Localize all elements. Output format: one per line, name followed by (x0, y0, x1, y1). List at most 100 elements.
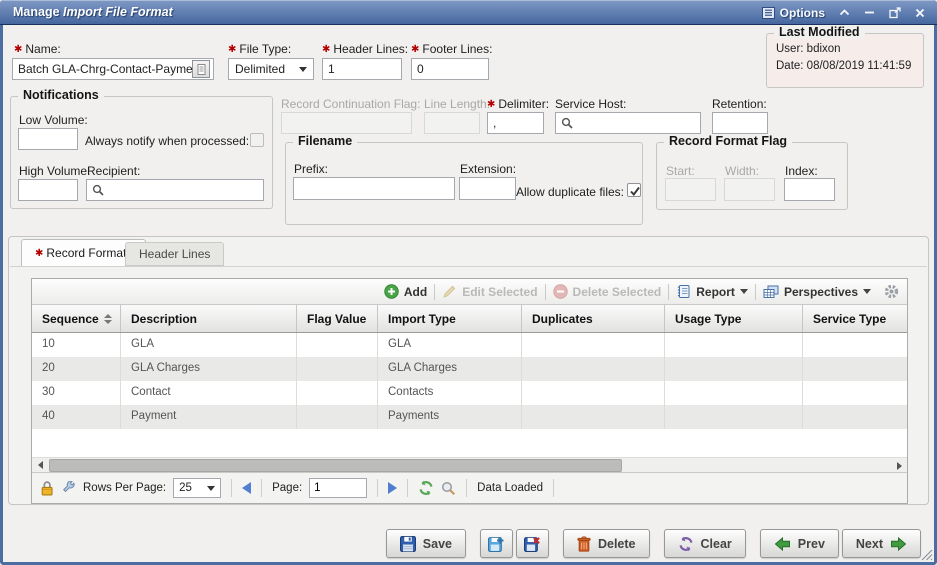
last-modified-panel: Last Modified User: bdixon Date: 08/08/2… (766, 33, 924, 88)
report-icon (676, 284, 691, 299)
last-modified-user: User: bdixon (776, 43, 841, 55)
width-label: Width: (725, 164, 759, 178)
required-icon: ✱ (35, 248, 43, 259)
save-and-add-button[interactable] (480, 529, 513, 558)
recipient-label: Recipient: (87, 164, 140, 178)
close-icon (915, 8, 925, 18)
edit-selected-button: Edit Selected (442, 284, 537, 299)
always-notify-label: Always notify when processed: (85, 134, 245, 148)
scroll-right-arrow[interactable] (891, 458, 907, 473)
index-input[interactable] (784, 178, 835, 201)
popout-button[interactable] (889, 7, 901, 19)
collapse-button[interactable] (839, 9, 850, 16)
file-type-select[interactable]: Delimited (228, 58, 314, 80)
table-row[interactable]: 10 GLA GLA (32, 333, 907, 357)
refresh-icon[interactable] (418, 480, 434, 496)
minimize-button[interactable] (864, 8, 875, 17)
cell-import-type: GLA (378, 333, 522, 357)
scrollbar-thumb[interactable] (49, 459, 622, 472)
file-type-label: ✱File Type: (228, 42, 291, 56)
remove-circle-icon (553, 284, 568, 299)
required-icon: ✱ (487, 99, 495, 110)
column-header-sequence[interactable]: Sequence (32, 305, 121, 332)
column-header-flag-value[interactable]: Flag Value (297, 305, 378, 332)
retention-input[interactable] (712, 112, 768, 134)
low-volume-label: Low Volume: (19, 113, 88, 127)
grid-header-row: Sequence Description Flag Value Import T… (32, 305, 907, 333)
low-volume-input[interactable] (18, 128, 78, 150)
column-header-service-type[interactable]: Service Type (803, 305, 907, 332)
grid-settings-button[interactable] (884, 284, 899, 299)
pager-separator (231, 479, 232, 497)
delimiter-label: ✱Delimiter: (487, 97, 549, 111)
options-icon (762, 7, 775, 19)
service-host-label: Service Host: (555, 97, 626, 111)
required-icon: ✱ (228, 44, 236, 55)
sort-icon[interactable] (104, 314, 112, 324)
cell-import-type: GLA Charges (378, 357, 522, 381)
extension-input[interactable] (459, 177, 516, 200)
cell-sequence: 30 (32, 381, 121, 405)
start-label: Start: (666, 164, 695, 178)
horizontal-scrollbar[interactable] (32, 457, 907, 472)
record-format-flag-legend: Record Format Flag (664, 134, 792, 148)
report-label: Report (696, 285, 735, 299)
pager-separator (553, 479, 554, 497)
delimiter-input[interactable] (487, 112, 544, 134)
title-bar[interactable]: Manage Import File Format Options (0, 0, 937, 25)
column-header-description[interactable]: Description (121, 305, 297, 332)
high-volume-input[interactable] (18, 179, 78, 201)
footer-lines-input[interactable] (411, 58, 489, 80)
chevron-down-icon (863, 289, 871, 294)
scroll-left-arrow[interactable] (32, 458, 48, 473)
options-button[interactable]: Options (762, 6, 825, 20)
clear-button[interactable]: Clear (664, 529, 746, 558)
tab-record-formats-label: Record Formats (46, 246, 132, 260)
delete-button[interactable]: Delete (563, 529, 650, 558)
next-button[interactable]: Next (842, 529, 921, 558)
column-header-duplicates[interactable]: Duplicates (522, 305, 665, 332)
save-and-close-button[interactable] (516, 529, 549, 558)
line-length-label: Line Length: (424, 97, 490, 111)
column-header-usage-type[interactable]: Usage Type (665, 305, 803, 332)
service-host-input[interactable] (555, 112, 701, 134)
window-border-left (0, 0, 3, 565)
next-page-button[interactable] (388, 482, 397, 494)
cell-flag-value (297, 405, 378, 429)
search-icon[interactable] (441, 481, 456, 496)
lock-icon[interactable] (40, 480, 54, 496)
next-label: Next (856, 537, 883, 551)
required-icon: ✱ (322, 44, 330, 55)
prefix-input[interactable] (293, 177, 455, 200)
save-button[interactable]: Save (386, 529, 466, 558)
options-label: Options (780, 6, 825, 20)
cell-import-type: Contacts (378, 381, 522, 405)
clear-icon (678, 536, 694, 552)
table-row[interactable]: 40 Payment Payments (32, 405, 907, 429)
resize-grip[interactable] (920, 548, 933, 561)
arrow-left-icon (774, 537, 791, 551)
recipient-input[interactable] (86, 179, 264, 201)
wrench-icon[interactable] (61, 481, 76, 496)
cell-duplicates (522, 357, 665, 381)
notifications-legend: Notifications (18, 88, 104, 102)
page-input[interactable] (309, 478, 367, 498)
table-row[interactable]: 30 Contact Contacts (32, 381, 907, 405)
rows-per-page-select[interactable]: 25 (173, 478, 221, 498)
header-lines-input[interactable] (322, 58, 402, 80)
cell-description: GLA (121, 333, 297, 357)
add-button[interactable]: Add (384, 284, 427, 299)
allow-duplicate-files-checkbox[interactable] (627, 183, 641, 197)
pencil-icon (442, 284, 457, 299)
tab-header-lines[interactable]: Header Lines (125, 242, 224, 266)
prev-button[interactable]: Prev (760, 529, 839, 558)
table-row[interactable]: 20 GLA Charges GLA Charges (32, 357, 907, 381)
perspectives-menu-button[interactable]: Perspectives (763, 285, 871, 299)
previous-page-button[interactable] (242, 482, 251, 494)
name-input[interactable] (12, 58, 214, 80)
report-menu-button[interactable]: Report (676, 284, 748, 299)
close-button[interactable] (915, 8, 925, 18)
name-field-edit-button[interactable] (192, 60, 210, 78)
column-header-import-type[interactable]: Import Type (378, 305, 522, 332)
toolbar-separator (668, 284, 669, 300)
